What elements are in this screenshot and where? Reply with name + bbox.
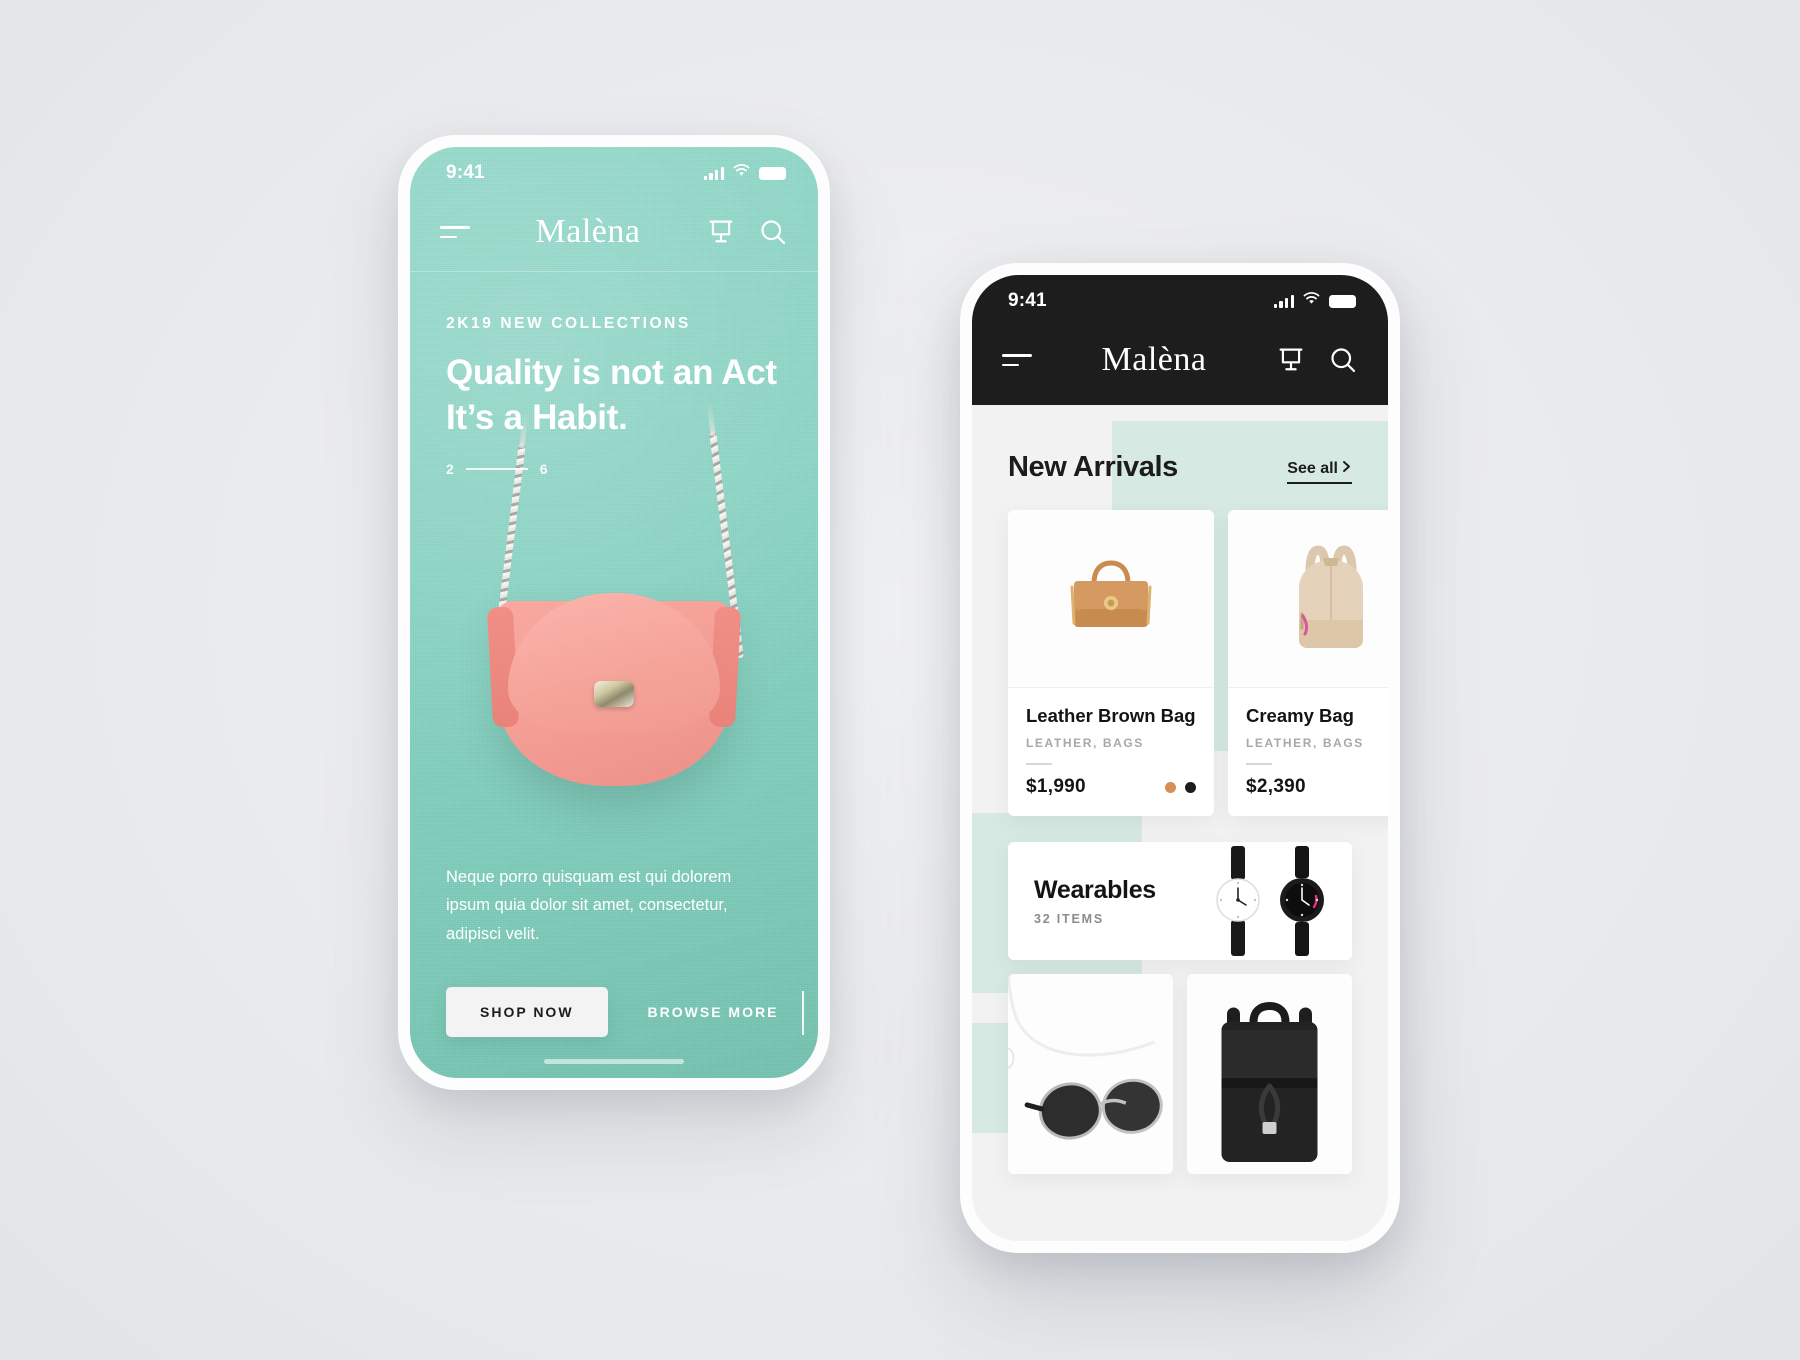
hero-headline-line2: It’s a Habit.	[446, 397, 628, 437]
hero-content: 2K19 NEW COLLECTIONS Quality is not an A…	[410, 315, 818, 477]
carousel-pagination[interactable]: 2 6	[446, 461, 782, 477]
product-info: Leather Brown Bag LEATHER, BAGS $1,990	[1008, 688, 1214, 816]
search-icon[interactable]	[758, 217, 788, 247]
hero-paragraph: Neque porro quisquam est qui dolorem ips…	[446, 868, 732, 943]
see-all-link[interactable]: See all	[1287, 460, 1352, 484]
wifi-icon	[1303, 292, 1320, 310]
hero-product-image	[410, 431, 818, 838]
see-all-label: See all	[1287, 460, 1338, 477]
product-image	[1228, 510, 1388, 688]
section-header: New Arrivals See all	[972, 421, 1388, 484]
shop-now-button[interactable]: SHOP NOW	[446, 987, 608, 1037]
sunglasses-and-earphones-icon	[1008, 974, 1173, 1175]
pager-progress-line	[465, 467, 528, 470]
product-category: LEATHER, BAGS	[1026, 736, 1144, 751]
color-swatch-list[interactable]	[1165, 781, 1196, 793]
nav-actions-right	[1276, 345, 1358, 375]
status-bar-left: 9:41	[410, 147, 818, 193]
product-category: LEATHER, BAGS	[1246, 736, 1364, 751]
product-price: $2,390	[1246, 776, 1306, 798]
bottom-tile-list	[972, 960, 1388, 1175]
brand-logo: Malèna	[1101, 341, 1207, 378]
black-leather-backpack-icon	[1187, 974, 1352, 1175]
status-icons	[703, 164, 786, 182]
product-name: Creamy Bag	[1246, 705, 1354, 726]
hamburger-menu-icon[interactable]	[1002, 354, 1032, 366]
product-footer: $1,990	[1026, 776, 1196, 798]
shopping-cart-icon[interactable]	[1276, 345, 1306, 375]
brown-leather-handbag-icon	[1070, 559, 1152, 627]
white-watch-icon	[1216, 846, 1260, 957]
wifi-icon	[733, 164, 750, 182]
battery-icon	[1329, 294, 1356, 308]
product-tile[interactable]	[1187, 974, 1352, 1175]
product-footer: $2,390	[1246, 776, 1388, 798]
cream-backpack-icon	[1299, 544, 1363, 648]
black-watch-icon	[1280, 846, 1324, 957]
category-count: 32 ITEMS	[1034, 912, 1104, 927]
status-time: 9:41	[446, 162, 485, 183]
hamburger-menu-icon[interactable]	[440, 226, 470, 238]
product-image	[1008, 510, 1214, 688]
pager-total: 6	[539, 460, 548, 477]
category-image	[1214, 846, 1352, 957]
pager-current: 2	[446, 460, 454, 477]
product-divider	[1246, 763, 1272, 766]
hero-eyebrow: 2K19 NEW COLLECTIONS	[446, 315, 691, 332]
brand-logo: Malèna	[535, 213, 641, 250]
hero-headline: Quality is not an Act It’s a Habit.	[446, 351, 782, 441]
phone-device-left: 9:41 Malèna 2K19 NEW COLLECTIONS Quality…	[398, 135, 830, 1090]
product-tile[interactable]	[1008, 974, 1173, 1175]
content-scroll-area[interactable]: New Arrivals See all Leather Brown Bag L…	[972, 421, 1388, 1241]
search-icon[interactable]	[1328, 345, 1358, 375]
product-name: Leather Brown Bag	[1026, 705, 1196, 726]
color-swatch[interactable]	[1185, 781, 1196, 793]
cta-divider	[802, 991, 804, 1035]
cellular-bars-icon	[703, 166, 724, 180]
phone-right-screen: 9:41 Malèna New Arrivals See all Leather…	[972, 275, 1388, 1241]
product-price: $1,990	[1026, 776, 1086, 798]
home-indicator-left	[544, 1059, 684, 1064]
category-title: Wearables	[1034, 876, 1156, 905]
product-card-list: Leather Brown Bag LEATHER, BAGS $1,990 C…	[972, 484, 1388, 817]
shopping-cart-icon[interactable]	[706, 217, 736, 247]
status-bar-right: 9:41	[972, 275, 1388, 321]
hero-cta-group: SHOP NOW BROWSE MORE	[446, 987, 818, 1037]
phone-device-right: 9:41 Malèna New Arrivals See all Leather…	[960, 263, 1400, 1253]
navbar-right: Malèna	[972, 321, 1388, 399]
phone-left-screen: 9:41 Malèna 2K19 NEW COLLECTIONS Quality…	[410, 147, 818, 1078]
product-info: Creamy Bag LEATHER, BAGS $2,390	[1228, 688, 1388, 816]
status-icons	[1273, 292, 1356, 310]
dark-header: 9:41 Malèna	[972, 275, 1388, 405]
bag-clasp	[594, 681, 634, 707]
product-card[interactable]: Leather Brown Bag LEATHER, BAGS $1,990	[1008, 510, 1214, 817]
battery-icon	[759, 166, 786, 180]
navbar-left: Malèna	[410, 193, 818, 271]
category-card-wearables[interactable]: Wearables 32 ITEMS	[1008, 842, 1352, 961]
product-card[interactable]: Creamy Bag LEATHER, BAGS $2,390	[1228, 510, 1388, 817]
cellular-bars-icon	[1273, 294, 1294, 308]
nav-actions-left	[706, 217, 788, 247]
navbar-divider	[410, 271, 818, 272]
browse-more-button[interactable]: BROWSE MORE	[648, 987, 779, 1037]
color-swatch[interactable]	[1165, 781, 1176, 793]
hero-headline-line1: Quality is not an Act	[446, 353, 777, 392]
product-divider	[1026, 763, 1052, 766]
category-text: Wearables 32 ITEMS	[1008, 876, 1156, 926]
chevron-right-icon	[1341, 460, 1352, 478]
status-time: 9:41	[1008, 290, 1047, 311]
page-title: New Arrivals	[1008, 451, 1178, 483]
